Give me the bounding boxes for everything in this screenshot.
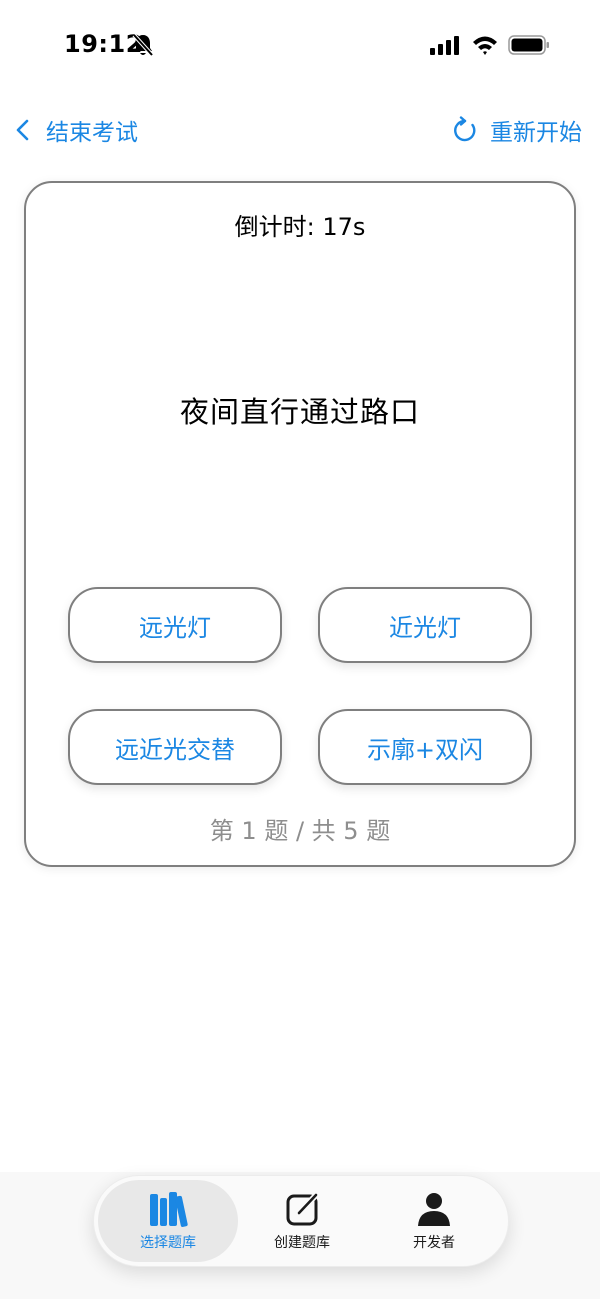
status-bar: 19:12 [0, 0, 600, 90]
square-pencil-icon [286, 1192, 319, 1226]
books-icon [150, 1192, 188, 1227]
tab-label-create-bank: 创建题库 [274, 1235, 330, 1251]
question-text: 夜间直行通过路口 [179, 395, 420, 429]
tab-label-developer: 开发者 [413, 1235, 455, 1251]
restart-button[interactable]: 重新开始 [452, 112, 582, 148]
tab-label-select-bank: 选择题库 [140, 1235, 196, 1251]
quiz-card: 倒计时: 17s 夜间直行通过路口 远光灯 近光灯 远近光交替 示廓+双闪 第 … [24, 181, 576, 867]
tab-create-bank[interactable]: 创建题库 [232, 1180, 372, 1262]
cellular-signal-icon [430, 36, 459, 55]
countdown-label: 倒计时: [234, 213, 315, 241]
tab-bar: 选择题库 创建题库 开发者 [93, 1175, 509, 1267]
option-button-4[interactable]: 示廓+双闪 [318, 709, 532, 785]
refresh-icon [454, 116, 476, 142]
option-button-2[interactable]: 近光灯 [318, 587, 532, 663]
option-button-3[interactable]: 远近光交替 [68, 709, 282, 785]
option-button-1[interactable]: 远光灯 [68, 587, 282, 663]
chevron-left-icon [16, 119, 29, 141]
tab-select-bank[interactable]: 选择题库 [98, 1180, 238, 1262]
question-progress: 第 1 题 / 共 5 题 [209, 817, 391, 845]
bell-slash-icon [132, 33, 154, 57]
person-icon [418, 1193, 450, 1226]
end-exam-button[interactable]: 结束考试 [14, 112, 138, 148]
wifi-icon [473, 36, 497, 55]
countdown-value: 17s [322, 213, 366, 241]
countdown-timer: 倒计时: 17s [26, 207, 574, 242]
restart-label: 重新开始 [490, 120, 582, 146]
tab-developer[interactable]: 开发者 [364, 1180, 504, 1262]
end-exam-label: 结束考试 [46, 120, 138, 146]
battery-icon [508, 35, 549, 55]
